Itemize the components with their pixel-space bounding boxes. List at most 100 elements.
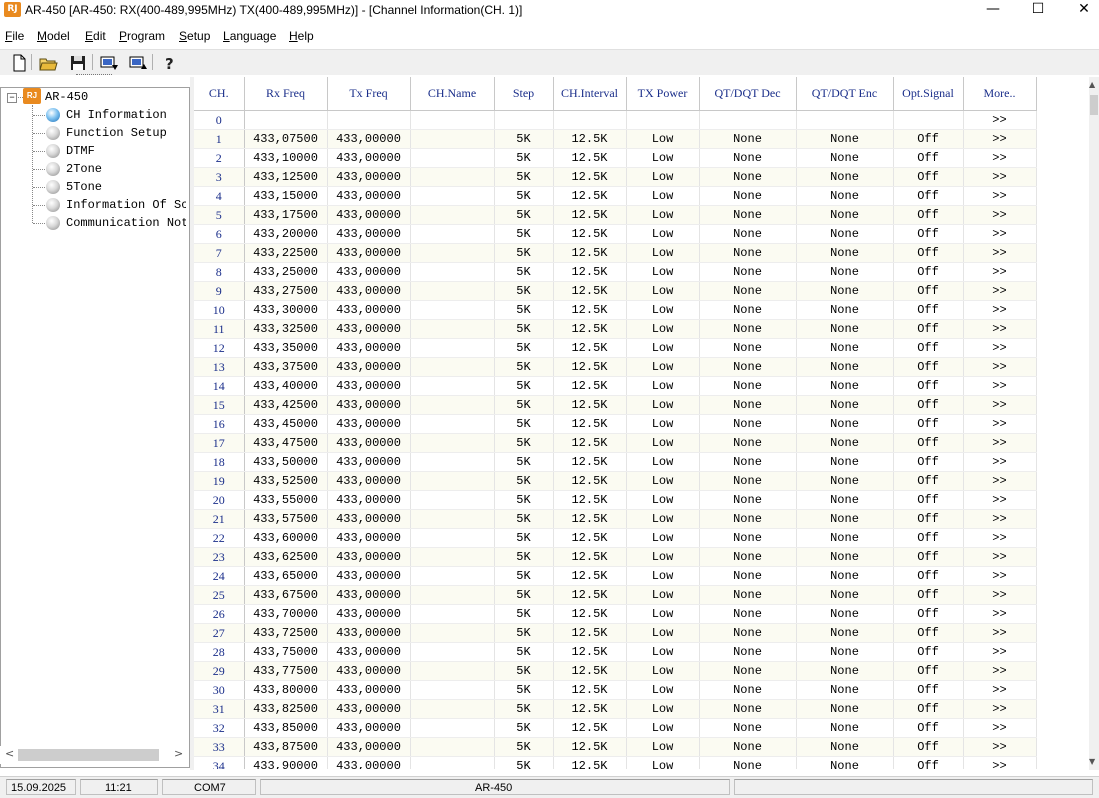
cell-tx-freq[interactable]: 433,00000 — [327, 338, 411, 358]
cell-opt-signal[interactable]: Off — [893, 547, 964, 567]
table-row[interactable]: 33 433,87500 433,00000 5K 12.5K Low None None Of… — [194, 737, 1037, 757]
cell-ch[interactable]: 15 — [194, 395, 245, 415]
scroll-right-icon[interactable]: > — [174, 747, 183, 760]
cell-tx-power[interactable]: Low — [626, 414, 700, 434]
cell-opt-signal[interactable]: Off — [893, 509, 964, 529]
cell-opt-signal[interactable]: Off — [893, 452, 964, 472]
cell-ch-name[interactable] — [410, 661, 495, 681]
cell-more[interactable]: >> — [963, 471, 1037, 491]
table-row[interactable]: 32 433,85000 433,00000 5K 12.5K Low None None Of… — [194, 718, 1037, 738]
cell-more[interactable]: >> — [963, 452, 1037, 472]
cell-ch[interactable]: 29 — [194, 661, 245, 681]
cell-tx-power[interactable]: Low — [626, 737, 700, 757]
cell-tx-freq[interactable]: 433,00000 — [327, 414, 411, 434]
pane-grip[interactable] — [76, 74, 112, 78]
cell-qt-dqt-enc[interactable]: None — [796, 604, 894, 624]
cell-ch[interactable]: 23 — [194, 547, 245, 567]
tree-item-function-setup[interactable]: Function Setup — [66, 126, 167, 140]
cell-tx-power[interactable]: Low — [626, 433, 700, 453]
cell-tx-freq[interactable]: 433,00000 — [327, 395, 411, 415]
cell-qt-dqt-dec[interactable]: None — [699, 433, 797, 453]
minimize-button[interactable]: — — [970, 0, 1016, 20]
header-col-ch-interval[interactable]: CH.Interval — [553, 77, 627, 111]
cell-tx-freq[interactable]: 433,00000 — [327, 528, 411, 548]
cell-rx-freq[interactable]: 433,80000 — [244, 680, 328, 700]
cell-ch-interval[interactable]: 12.5K — [553, 300, 627, 320]
cell-tx-freq[interactable]: 433,00000 — [327, 566, 411, 586]
cell-qt-dqt-dec[interactable]: None — [699, 395, 797, 415]
cell-tx-freq[interactable]: 433,00000 — [327, 281, 411, 301]
cell-qt-dqt-dec[interactable]: None — [699, 281, 797, 301]
cell-more[interactable]: >> — [963, 357, 1037, 377]
cell-ch-interval[interactable]: 12.5K — [553, 395, 627, 415]
cell-ch-name[interactable] — [410, 148, 495, 168]
cell-qt-dqt-dec[interactable]: None — [699, 699, 797, 719]
cell-opt-signal[interactable]: Off — [893, 129, 964, 149]
cell-tx-power[interactable]: Low — [626, 509, 700, 529]
cell-tx-power[interactable]: Low — [626, 604, 700, 624]
cell-qt-dqt-enc[interactable]: None — [796, 376, 894, 396]
cell-opt-signal[interactable]: Off — [893, 148, 964, 168]
cell-ch[interactable]: 21 — [194, 509, 245, 529]
cell-step[interactable]: 5K — [494, 490, 554, 510]
cell-qt-dqt-dec[interactable]: None — [699, 205, 797, 225]
cell-qt-dqt-enc[interactable]: None — [796, 243, 894, 263]
table-row[interactable]: 31 433,82500 433,00000 5K 12.5K Low None None Of… — [194, 699, 1037, 719]
header-col-qt-dqt-enc[interactable]: QT/DQT Enc — [796, 77, 894, 111]
cell-qt-dqt-dec[interactable]: None — [699, 585, 797, 605]
menu-model[interactable]: Model — [37, 29, 70, 43]
cell-ch[interactable]: 13 — [194, 357, 245, 377]
menu-setup[interactable]: Setup — [179, 29, 210, 43]
cell-step[interactable] — [494, 110, 554, 130]
cell-opt-signal[interactable]: Off — [893, 661, 964, 681]
read-radio-icon[interactable] — [99, 53, 119, 73]
header-col-qt-dqt-dec[interactable]: QT/DQT Dec — [699, 77, 797, 111]
scrollbar-thumb[interactable] — [18, 749, 159, 761]
cell-rx-freq[interactable]: 433,52500 — [244, 471, 328, 491]
cell-opt-signal[interactable]: Off — [893, 205, 964, 225]
cell-opt-signal[interactable]: Off — [893, 319, 964, 339]
table-row[interactable]: 27 433,72500 433,00000 5K 12.5K Low None None Of… — [194, 623, 1037, 643]
cell-ch[interactable]: 9 — [194, 281, 245, 301]
cell-rx-freq[interactable]: 433,57500 — [244, 509, 328, 529]
maximize-button[interactable]: ☐ — [1015, 0, 1061, 20]
table-row[interactable]: 23 433,62500 433,00000 5K 12.5K Low None None Of… — [194, 547, 1037, 567]
cell-step[interactable]: 5K — [494, 433, 554, 453]
cell-ch[interactable]: 27 — [194, 623, 245, 643]
table-row[interactable]: 10 433,30000 433,00000 5K 12.5K Low None None Of… — [194, 300, 1037, 320]
table-row[interactable]: 17 433,47500 433,00000 5K 12.5K Low None None Of… — [194, 433, 1037, 453]
cell-more[interactable]: >> — [963, 585, 1037, 605]
cell-ch[interactable]: 14 — [194, 376, 245, 396]
cell-ch-interval[interactable] — [553, 110, 627, 130]
open-folder-icon[interactable] — [38, 53, 58, 73]
cell-more[interactable]: >> — [963, 604, 1037, 624]
cell-rx-freq[interactable]: 433,85000 — [244, 718, 328, 738]
cell-tx-freq[interactable]: 433,00000 — [327, 357, 411, 377]
cell-qt-dqt-enc[interactable]: None — [796, 585, 894, 605]
tree-item-5tone[interactable]: 5Tone — [66, 180, 102, 194]
cell-qt-dqt-dec[interactable]: None — [699, 756, 797, 769]
cell-ch-interval[interactable]: 12.5K — [553, 756, 627, 769]
cell-qt-dqt-dec[interactable]: None — [699, 167, 797, 187]
cell-step[interactable]: 5K — [494, 395, 554, 415]
cell-ch-name[interactable] — [410, 262, 495, 282]
cell-rx-freq[interactable]: 433,47500 — [244, 433, 328, 453]
cell-tx-power[interactable]: Low — [626, 319, 700, 339]
cell-ch-interval[interactable]: 12.5K — [553, 319, 627, 339]
scroll-left-icon[interactable]: < — [5, 747, 14, 760]
cell-rx-freq[interactable]: 433,45000 — [244, 414, 328, 434]
cell-opt-signal[interactable]: Off — [893, 186, 964, 206]
cell-ch-name[interactable] — [410, 186, 495, 206]
cell-tx-freq[interactable]: 433,00000 — [327, 699, 411, 719]
cell-ch-interval[interactable]: 12.5K — [553, 661, 627, 681]
cell-step[interactable]: 5K — [494, 661, 554, 681]
cell-ch-name[interactable] — [410, 243, 495, 263]
cell-qt-dqt-enc[interactable]: None — [796, 300, 894, 320]
cell-ch[interactable]: 6 — [194, 224, 245, 244]
cell-qt-dqt-dec[interactable]: None — [699, 718, 797, 738]
cell-rx-freq[interactable]: 433,50000 — [244, 452, 328, 472]
cell-tx-power[interactable]: Low — [626, 129, 700, 149]
cell-qt-dqt-enc[interactable]: None — [796, 718, 894, 738]
table-row[interactable]: 29 433,77500 433,00000 5K 12.5K Low None None Of… — [194, 661, 1037, 681]
header-col-tx-power[interactable]: TX Power — [626, 77, 700, 111]
